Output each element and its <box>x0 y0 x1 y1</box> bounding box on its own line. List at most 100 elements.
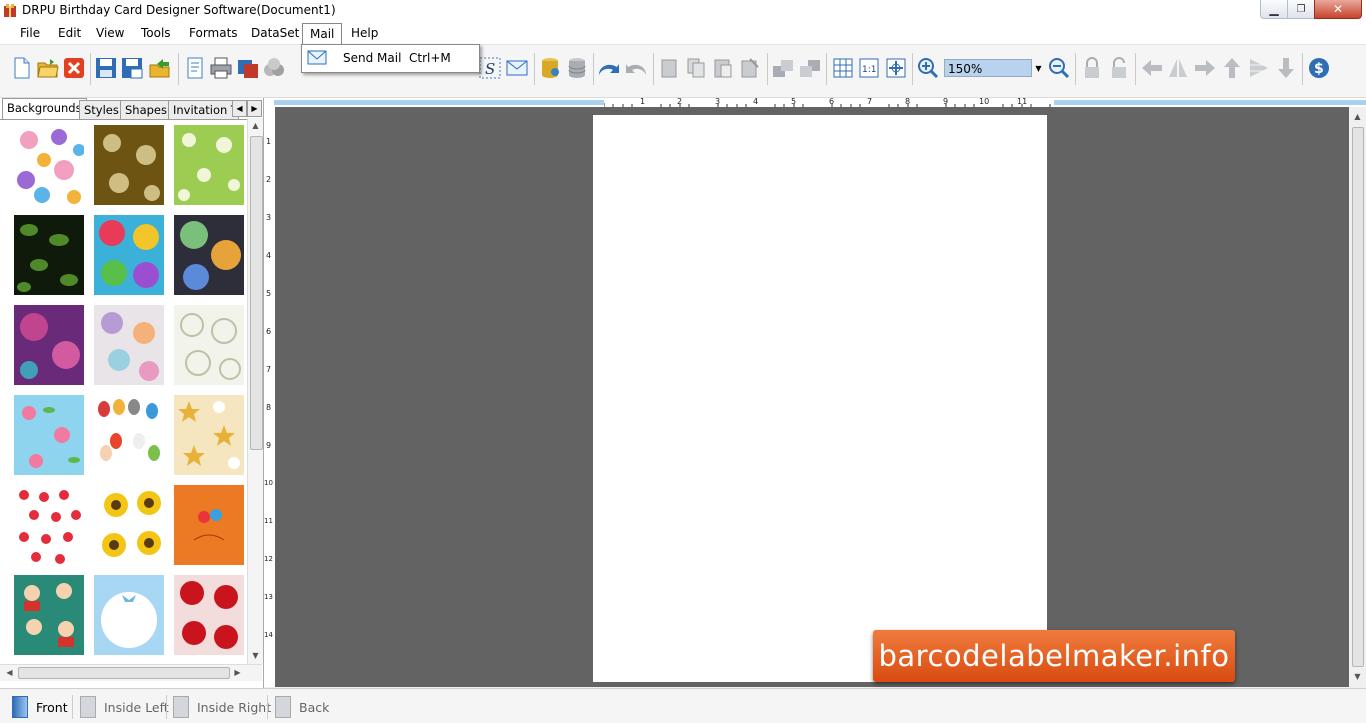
align-button[interactable] <box>1247 55 1271 81</box>
background-thumbnail[interactable] <box>94 485 164 565</box>
properties-button[interactable] <box>183 55 207 81</box>
purchase-button[interactable]: $ <box>1307 55 1331 81</box>
background-thumbnail[interactable] <box>174 305 244 385</box>
scroll-thumb[interactable] <box>250 136 263 450</box>
scroll-up-button[interactable]: ▲ <box>248 118 263 133</box>
batch-button[interactable] <box>262 55 286 81</box>
menu-dataset[interactable]: DataSet <box>245 25 305 42</box>
scroll-up-button[interactable]: ▲ <box>1350 109 1365 124</box>
zoom-input[interactable]: 150% <box>944 59 1032 77</box>
save-button[interactable] <box>94 55 118 81</box>
close-document-button[interactable] <box>62 55 86 81</box>
move-right-button[interactable] <box>1193 55 1217 81</box>
menu-mail[interactable]: Mail <box>302 23 343 44</box>
print-icon <box>210 57 232 79</box>
database-button[interactable] <box>538 55 562 81</box>
email-button[interactable] <box>505 55 529 81</box>
background-thumbnail[interactable] <box>14 575 84 655</box>
ruler-label: 8 <box>905 97 911 106</box>
scroll-thumb[interactable] <box>1352 127 1364 667</box>
close-button[interactable]: ✕ <box>1314 0 1362 19</box>
background-thumbnail[interactable] <box>94 215 164 295</box>
background-thumbnail[interactable] <box>174 395 244 475</box>
move-up-button[interactable] <box>1220 55 1244 81</box>
background-thumbnail[interactable] <box>174 125 244 205</box>
page-tab-back[interactable]: Back <box>275 696 329 718</box>
menu-help[interactable]: Help <box>345 25 384 42</box>
background-thumbnail[interactable] <box>174 575 244 655</box>
cut-button[interactable] <box>657 55 681 81</box>
minimize-button[interactable]: ▁ <box>1260 0 1288 19</box>
fit-window-button[interactable] <box>884 55 908 81</box>
zoom-out-button[interactable] <box>1047 55 1071 81</box>
lock-icon <box>1085 57 1099 78</box>
menu-formats[interactable]: Formats <box>183 25 244 42</box>
background-thumbnail[interactable] <box>14 305 84 385</box>
export-button[interactable] <box>148 55 172 81</box>
tab-shapes[interactable]: Shapes <box>120 100 173 120</box>
bring-front-button[interactable] <box>771 55 795 81</box>
background-thumbnail[interactable] <box>94 305 164 385</box>
gallery-horizontal-scrollbar[interactable]: ◀ ▶ <box>0 664 262 681</box>
menu-file[interactable]: File <box>14 25 46 42</box>
background-thumbnail[interactable] <box>94 125 164 205</box>
background-thumbnail[interactable] <box>14 125 84 205</box>
new-button[interactable] <box>10 55 34 81</box>
background-thumbnail[interactable] <box>14 215 84 295</box>
background-thumbnail[interactable] <box>174 485 244 565</box>
background-thumbnail[interactable] <box>14 485 84 565</box>
flip-button[interactable] <box>1166 55 1190 81</box>
zoom-dropdown-button[interactable]: ▼ <box>1033 59 1044 77</box>
actual-size-button[interactable]: 1:1 <box>857 55 881 81</box>
tab-backgrounds[interactable]: Backgrounds <box>2 98 87 119</box>
background-thumbnail[interactable] <box>14 395 84 475</box>
menu-view[interactable]: View <box>90 25 130 42</box>
delete-object-button[interactable] <box>738 55 762 81</box>
print-button[interactable] <box>209 55 233 81</box>
send-back-button[interactable] <box>798 55 822 81</box>
signature-button[interactable]: S <box>478 55 502 81</box>
paste-button[interactable] <box>711 55 735 81</box>
maximize-button[interactable]: ❐ <box>1287 0 1315 19</box>
unlock-button[interactable] <box>1107 55 1131 81</box>
copy-button[interactable] <box>684 55 708 81</box>
move-down-button[interactable] <box>1274 55 1298 81</box>
tab-styles[interactable]: Styles <box>79 100 124 120</box>
open-button[interactable] <box>36 55 60 81</box>
save-as-button[interactable] <box>120 55 144 81</box>
scroll-down-button[interactable]: ▼ <box>1350 669 1365 684</box>
send-mail-menu-item[interactable]: Send Mail Ctrl+M <box>302 45 478 71</box>
scroll-left-button[interactable]: ◀ <box>2 665 17 680</box>
page-tab-inside-right[interactable]: Inside Right <box>173 696 271 718</box>
background-thumbnail[interactable] <box>94 575 164 655</box>
zoom-in-button[interactable] <box>916 55 940 81</box>
ruler-label: 7 <box>266 365 272 374</box>
menu-edit[interactable]: Edit <box>52 25 87 42</box>
toolbar-separator <box>1075 53 1076 85</box>
gallery-vertical-scrollbar[interactable]: ▲ ▼ <box>247 118 263 664</box>
tab-invitation-templates[interactable]: Invitation Te <box>168 100 239 120</box>
database-settings-button[interactable] <box>565 55 589 81</box>
lock-button[interactable] <box>1080 55 1104 81</box>
menu-tools[interactable]: Tools <box>135 25 177 42</box>
canvas-vertical-scrollbar[interactable]: ▲ ▼ <box>1349 107 1366 687</box>
page-tab-label: Inside Left <box>104 699 169 715</box>
grid-button[interactable] <box>831 55 855 81</box>
redo-button[interactable] <box>624 55 648 81</box>
page-tab-front[interactable]: Front <box>12 696 68 718</box>
scroll-down-button[interactable]: ▼ <box>248 648 263 663</box>
tab-scroll-left-button[interactable]: ◀ <box>232 100 247 117</box>
ruler-label: 3 <box>715 97 721 106</box>
undo-button[interactable] <box>597 55 621 81</box>
design-canvas[interactable] <box>275 107 1349 687</box>
background-thumbnail[interactable] <box>94 395 164 475</box>
tab-scroll-right-button[interactable]: ▶ <box>247 100 262 117</box>
scroll-thumb[interactable] <box>18 667 230 679</box>
background-thumbnail[interactable] <box>174 215 244 295</box>
page-tab-inside-left[interactable]: Inside Left <box>80 696 169 718</box>
card-page[interactable] <box>593 115 1047 682</box>
move-left-button[interactable] <box>1140 55 1164 81</box>
database-stack-icon <box>568 58 586 78</box>
scroll-right-button[interactable]: ▶ <box>230 665 245 680</box>
print-preview-button[interactable] <box>236 55 260 81</box>
